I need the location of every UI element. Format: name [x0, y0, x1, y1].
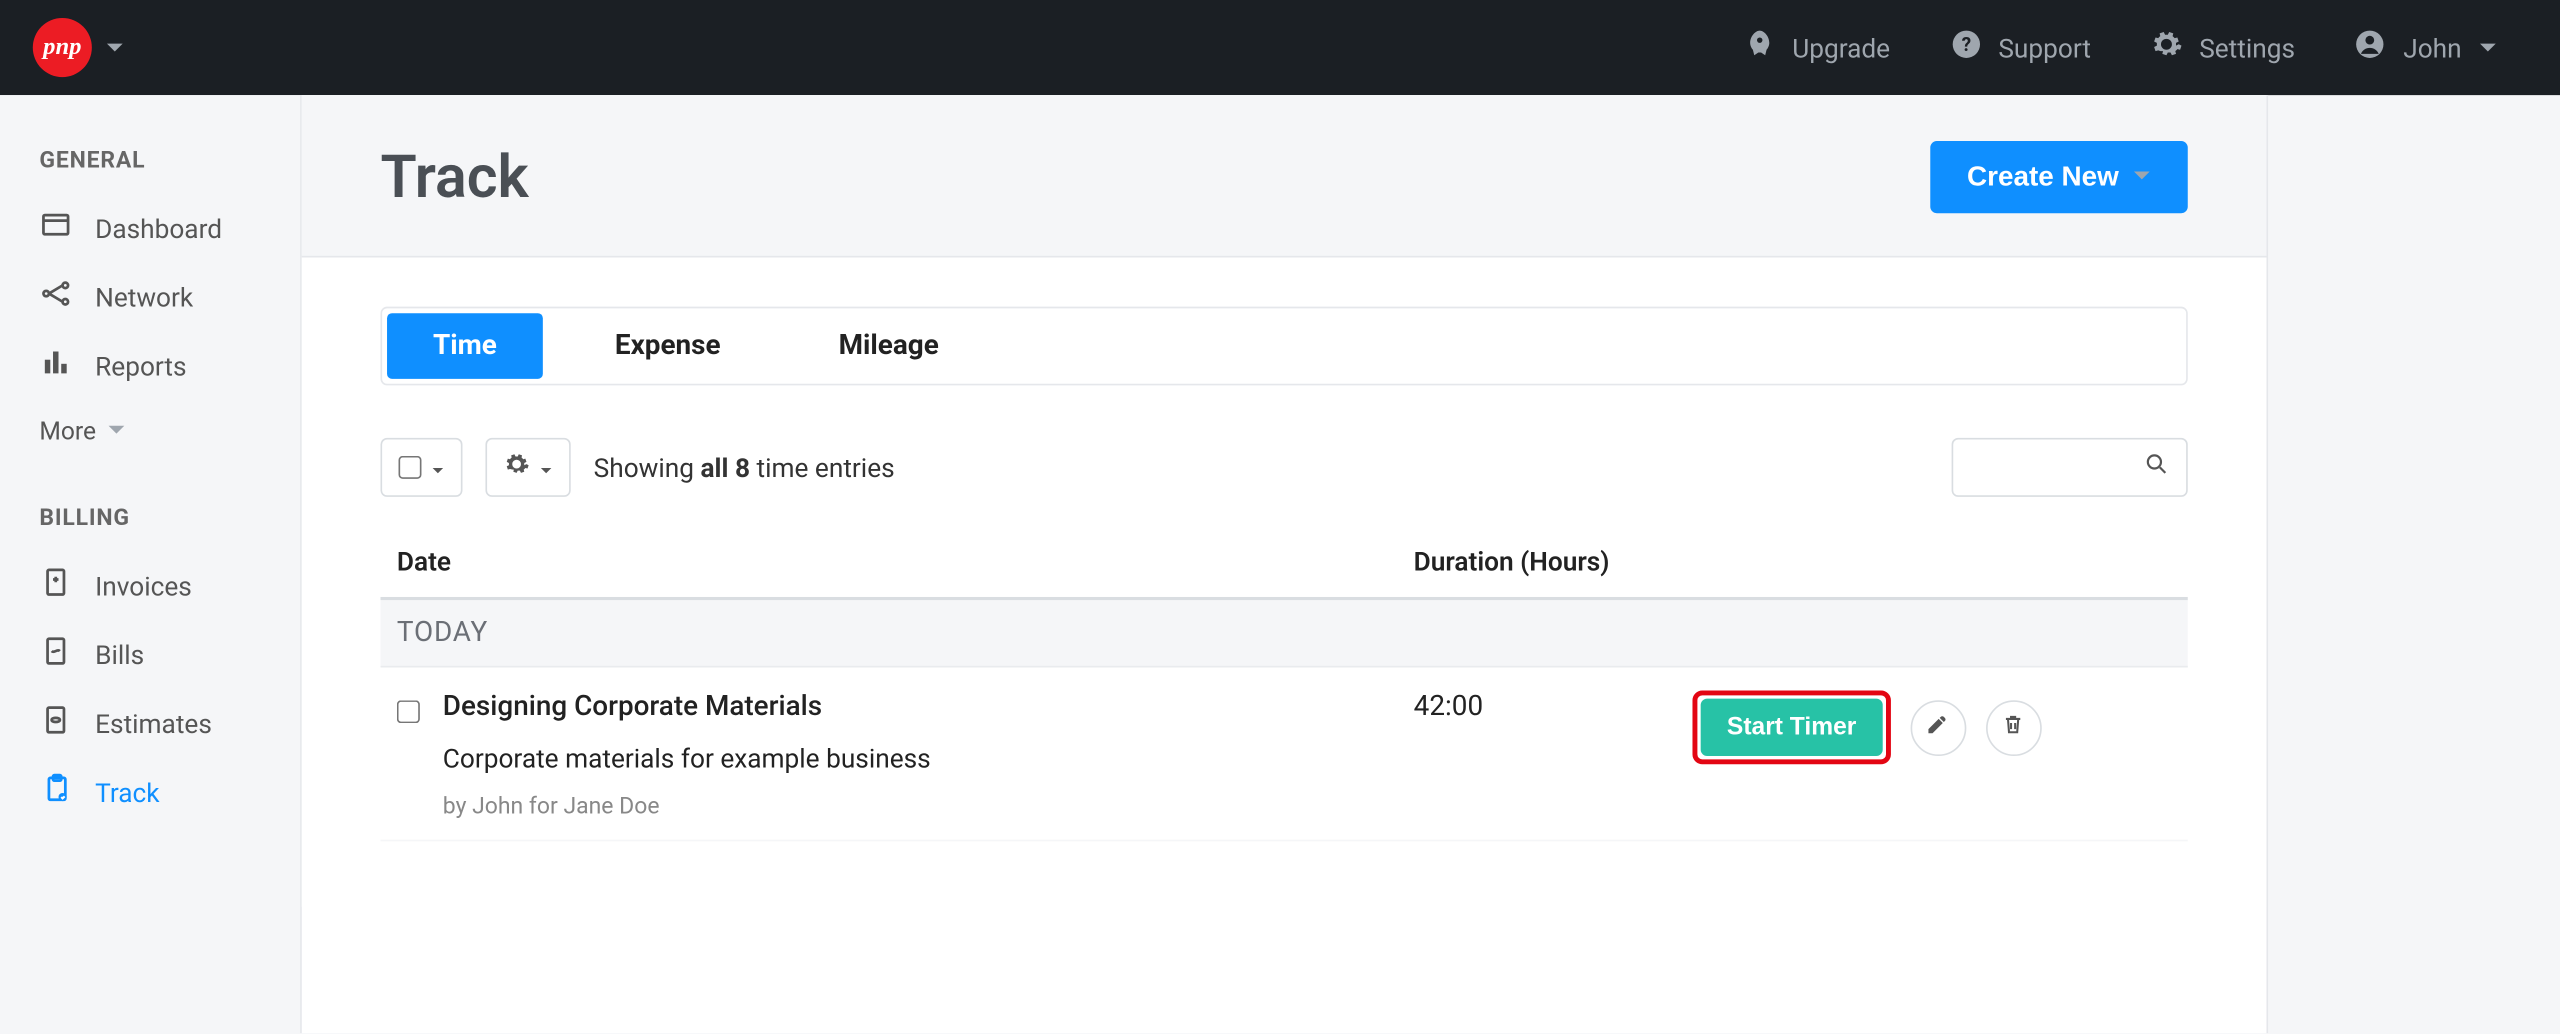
create-new-button[interactable]: Create New	[1931, 141, 2188, 213]
col-date: Date	[397, 546, 1414, 577]
select-all-checkbox[interactable]	[399, 456, 422, 479]
tab-expense[interactable]: Expense	[569, 313, 766, 379]
topbar: pnp Upgrade ? Support Settings John	[0, 0, 2560, 95]
sidebar-item-label: Network	[95, 281, 193, 312]
estimate-icon	[39, 704, 72, 743]
chevron-down-icon	[106, 417, 126, 447]
row-checkbox[interactable]	[397, 700, 420, 723]
sidebar-item-label: Track	[95, 777, 159, 808]
delete-button[interactable]	[1986, 699, 2042, 755]
sidebar-item-network[interactable]: Network	[0, 262, 300, 331]
track-tabs: Time Expense Mileage	[380, 307, 2187, 386]
sidebar-item-dashboard[interactable]: Dashboard	[0, 194, 300, 263]
search-icon	[2143, 451, 2169, 484]
start-timer-button[interactable]: Start Timer	[1701, 699, 1883, 756]
chevron-down-icon	[2132, 161, 2152, 194]
sidebar-more[interactable]: More	[0, 400, 300, 462]
caret-down-icon	[431, 452, 444, 483]
user-menu[interactable]: John	[2325, 28, 2528, 67]
support-link[interactable]: ? Support	[1920, 28, 2121, 67]
tab-mileage[interactable]: Mileage	[793, 313, 985, 379]
page-title: Track	[380, 143, 528, 212]
sidebar-item-bills[interactable]: Bills	[0, 620, 300, 689]
reports-icon	[39, 346, 72, 385]
sidebar-item-label: Invoices	[95, 570, 192, 601]
table-header: Date Duration (Hours)	[380, 546, 2187, 600]
network-icon	[39, 277, 72, 316]
entry-title: Designing Corporate Materials	[443, 690, 1414, 723]
upgrade-link[interactable]: Upgrade	[1714, 28, 1920, 67]
bulk-actions-dropdown[interactable]	[485, 438, 570, 497]
table-row: Designing Corporate Materials Corporate …	[380, 667, 2187, 841]
dashboard-icon	[39, 208, 72, 247]
sidebar-item-estimates[interactable]: Estimates	[0, 689, 300, 758]
group-today: TODAY	[380, 600, 2187, 667]
chevron-down-icon	[105, 32, 125, 63]
sidebar-more-label: More	[39, 417, 96, 447]
sidebar-item-invoices[interactable]: Invoices	[0, 551, 300, 620]
filter-summary: Showing all 8 time entries	[594, 452, 895, 483]
track-icon	[39, 772, 72, 811]
tab-time[interactable]: Time	[387, 313, 543, 379]
sidebar-item-label: Reports	[95, 350, 186, 381]
entry-desc: Corporate materials for example business	[443, 743, 1414, 774]
caret-down-icon	[540, 452, 553, 483]
edit-button[interactable]	[1910, 699, 1966, 755]
sidebar-item-label: Dashboard	[95, 212, 222, 243]
gear-icon	[503, 451, 529, 484]
settings-label: Settings	[2199, 32, 2295, 63]
invoice-icon	[39, 566, 72, 605]
user-label: John	[2403, 32, 2461, 63]
sidebar-item-reports[interactable]: Reports	[0, 331, 300, 400]
help-icon: ?	[1949, 28, 1982, 67]
sidebar-item-label: Bills	[95, 639, 144, 670]
pencil-icon	[1926, 712, 1951, 743]
sidebar-section-billing: BILLING	[0, 492, 300, 551]
col-duration: Duration (Hours)	[1414, 546, 1742, 577]
svg-text:?: ?	[1961, 33, 1971, 56]
sidebar-item-track[interactable]: Track	[0, 758, 300, 827]
sidebar-item-label: Estimates	[95, 708, 212, 739]
highlight-box: Start Timer	[1692, 690, 1890, 764]
user-icon	[2354, 28, 2387, 67]
gear-icon	[2150, 28, 2183, 67]
select-all-dropdown[interactable]	[380, 438, 462, 497]
logo-text: pnp	[43, 34, 81, 62]
filter-toolbar: Showing all 8 time entries	[380, 438, 2187, 497]
search-input[interactable]	[1952, 438, 2188, 497]
sidebar-section-general: GENERAL	[0, 134, 300, 193]
page-header: Track Create New	[302, 95, 2267, 257]
main: Track Create New Time Expense Mileage	[300, 95, 2560, 1033]
logo-badge: pnp	[33, 18, 92, 77]
trash-icon	[2001, 712, 2026, 743]
rocket-icon	[1743, 28, 1776, 67]
chevron-down-icon	[2478, 32, 2498, 63]
entry-duration: 42:00	[1414, 690, 1693, 723]
sidebar: GENERAL Dashboard Network Reports More B…	[0, 95, 300, 1033]
upgrade-label: Upgrade	[1792, 32, 1890, 63]
settings-link[interactable]: Settings	[2120, 28, 2324, 67]
logo[interactable]: pnp	[33, 18, 125, 77]
entry-byline: by John for Jane Doe	[443, 794, 1414, 820]
create-new-label: Create New	[1967, 161, 2119, 194]
bill-icon	[39, 635, 72, 674]
support-label: Support	[1998, 32, 2091, 63]
